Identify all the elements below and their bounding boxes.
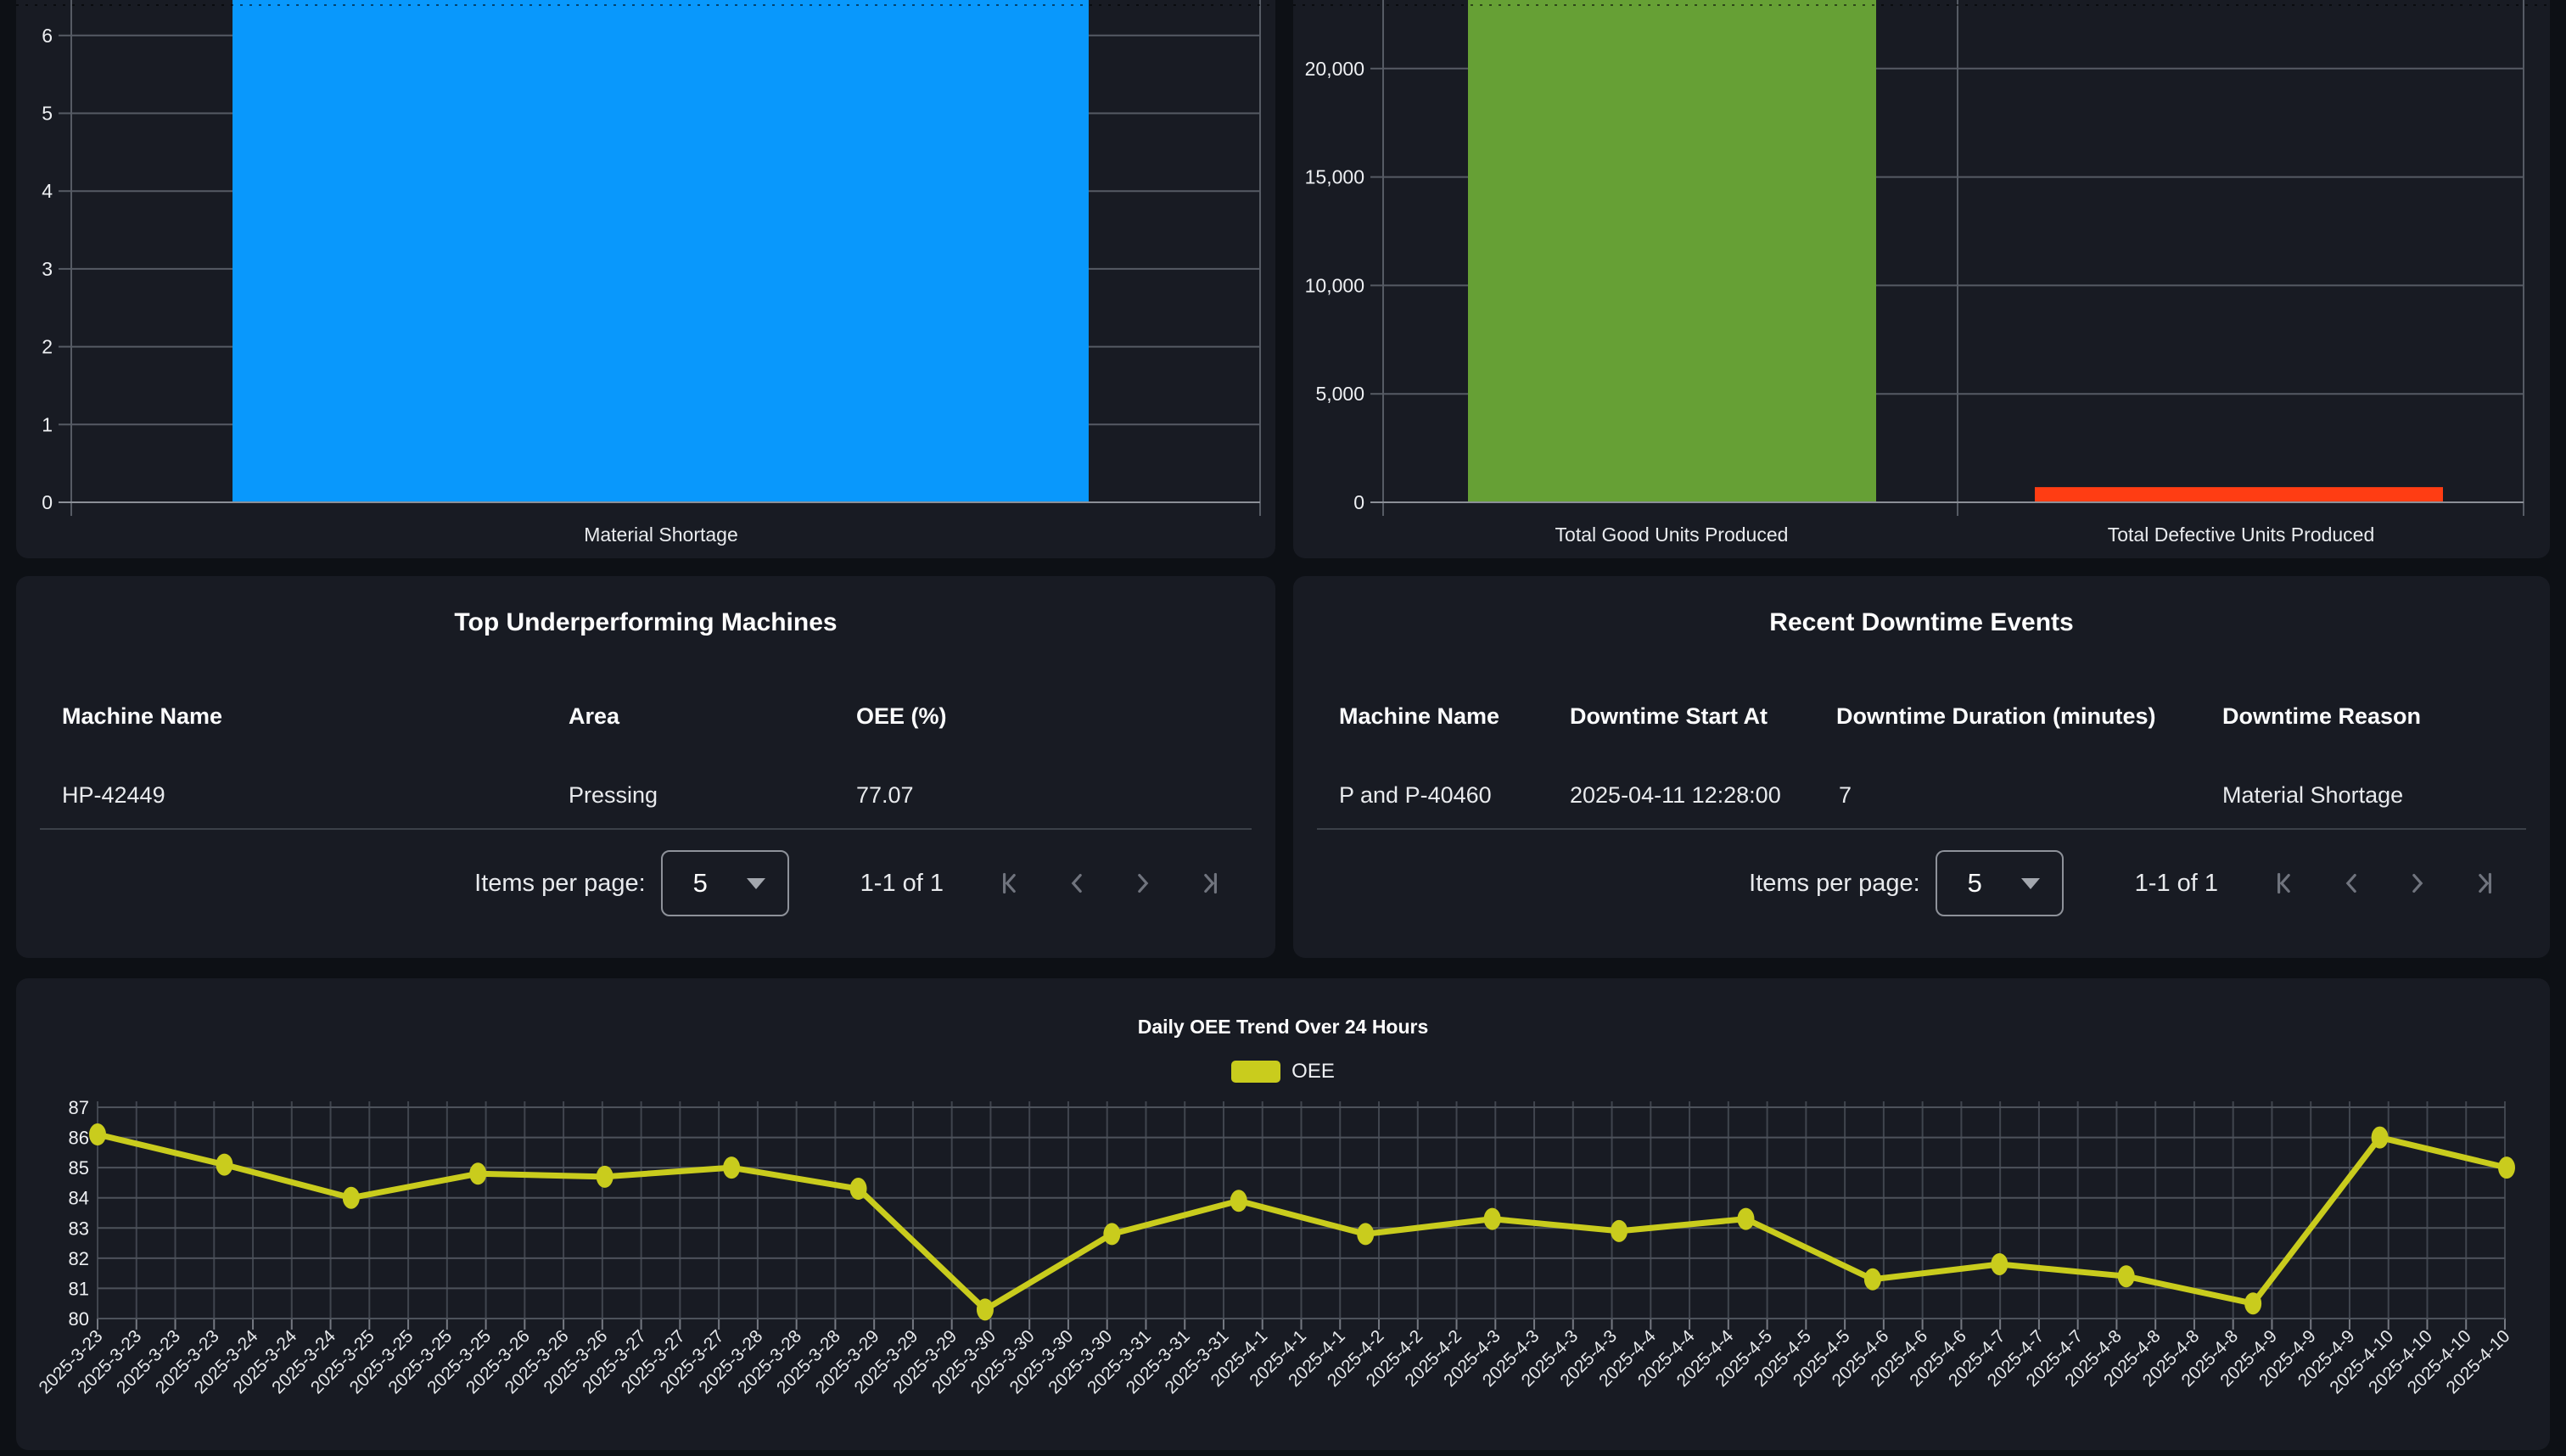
svg-text:82: 82 bbox=[69, 1248, 89, 1269]
svg-text:0: 0 bbox=[1353, 491, 1364, 513]
svg-text:86: 86 bbox=[69, 1128, 89, 1149]
page-size-select[interactable]: 5 bbox=[1936, 850, 2064, 916]
previous-page-button[interactable] bbox=[2335, 867, 2367, 899]
page-range-label: 1-1 of 1 bbox=[860, 870, 944, 898]
svg-text:87: 87 bbox=[69, 1097, 89, 1118]
column-header-machine-name: Machine Name bbox=[1339, 703, 1499, 730]
svg-text:81: 81 bbox=[69, 1278, 89, 1299]
cell-machine-name: P and P-40460 bbox=[1339, 782, 1492, 809]
first-page-button[interactable] bbox=[994, 867, 1027, 899]
svg-text:85: 85 bbox=[69, 1157, 89, 1179]
underperforming-paginator: Items per page: 5 1-1 of 1 bbox=[474, 850, 1225, 916]
cell-area: Pressing bbox=[569, 782, 658, 809]
next-page-button[interactable] bbox=[2401, 867, 2434, 899]
units-produced-bar-chart: 0 5,000 10,000 15,000 20,000 Total Good Units… bbox=[1293, 0, 2550, 558]
svg-text:4: 4 bbox=[42, 180, 53, 202]
chevron-down-icon bbox=[2021, 878, 2040, 889]
units-produced-chart-card: 0 5,000 10,000 15,000 20,000 Total Good Units… bbox=[1293, 0, 2550, 558]
chevron-right-icon bbox=[1127, 867, 1159, 899]
svg-text:1: 1 bbox=[42, 413, 53, 435]
svg-text:10,000: 10,000 bbox=[1305, 274, 1364, 296]
svg-text:83: 83 bbox=[69, 1218, 89, 1239]
svg-text:84: 84 bbox=[69, 1188, 89, 1209]
items-per-page-label: Items per page: bbox=[474, 870, 646, 898]
chevron-left-icon bbox=[2335, 867, 2367, 899]
top-underperforming-machines-card: Top Underperforming Machines Machine Nam… bbox=[16, 576, 1275, 958]
svg-text:2: 2 bbox=[42, 336, 53, 358]
svg-text:20,000: 20,000 bbox=[1305, 58, 1364, 80]
column-header-downtime-duration: Downtime Duration (minutes) bbox=[1836, 703, 2156, 730]
page-size-select[interactable]: 5 bbox=[661, 850, 789, 916]
cell-downtime-start: 2025-04-11 12:28:00 bbox=[1570, 782, 1781, 809]
chevron-left-icon bbox=[1061, 867, 1093, 899]
column-header-downtime-start: Downtime Start At bbox=[1570, 703, 1768, 730]
last-page-button[interactable] bbox=[2468, 867, 2500, 899]
svg-text:Material Shortage: Material Shortage bbox=[584, 524, 738, 546]
items-per-page-label: Items per page: bbox=[1749, 870, 1920, 898]
page-range-label: 1-1 of 1 bbox=[2135, 870, 2218, 898]
cell-downtime-duration: 7 bbox=[1839, 782, 1852, 809]
cell-machine-name: HP-42449 bbox=[62, 782, 165, 809]
svg-text:5,000: 5,000 bbox=[1315, 383, 1364, 405]
first-page-icon bbox=[2269, 867, 2301, 899]
cell-oee: 77.07 bbox=[856, 782, 914, 809]
svg-text:15,000: 15,000 bbox=[1305, 166, 1364, 188]
svg-text:Total Good Units Produced: Total Good Units Produced bbox=[1555, 524, 1789, 546]
column-header-downtime-reason: Downtime Reason bbox=[2222, 703, 2421, 730]
svg-text:0: 0 bbox=[42, 491, 53, 513]
oee-trend-line-chart: 2025-3-232025-3-232025-3-232025-3-232025… bbox=[16, 978, 2550, 1450]
last-page-button[interactable] bbox=[1193, 867, 1225, 899]
column-header-machine-name: Machine Name bbox=[62, 703, 222, 730]
page-size-value: 5 bbox=[693, 868, 708, 899]
svg-text:80: 80 bbox=[69, 1308, 89, 1330]
page-title: Top Underperforming Machines bbox=[16, 608, 1275, 637]
chevron-right-icon bbox=[2401, 867, 2434, 899]
svg-text:3: 3 bbox=[42, 258, 53, 280]
next-page-button[interactable] bbox=[1127, 867, 1159, 899]
svg-text:6: 6 bbox=[42, 25, 53, 47]
downtime-reason-chart-card: 0 1 2 3 4 5 6 Material Shortage bbox=[16, 0, 1275, 558]
column-header-oee: OEE (%) bbox=[856, 703, 947, 730]
last-page-icon bbox=[1193, 867, 1225, 899]
last-page-icon bbox=[2468, 867, 2500, 899]
previous-page-button[interactable] bbox=[1061, 867, 1093, 899]
table-divider bbox=[40, 828, 1252, 830]
page-title: Recent Downtime Events bbox=[1293, 608, 2550, 637]
chevron-down-icon bbox=[747, 878, 765, 889]
downtime-paginator: Items per page: 5 1-1 of 1 bbox=[1749, 850, 2500, 916]
cell-downtime-reason: Material Shortage bbox=[2222, 782, 2403, 809]
downtime-by-reason-bar-chart: 0 1 2 3 4 5 6 Material Shortage bbox=[16, 0, 1275, 558]
first-page-icon bbox=[994, 867, 1027, 899]
page-size-value: 5 bbox=[1968, 868, 1982, 899]
first-page-button[interactable] bbox=[2269, 867, 2301, 899]
table-divider bbox=[1317, 828, 2526, 830]
svg-text:Total Defective Units Produced: Total Defective Units Produced bbox=[2108, 524, 2375, 546]
svg-text:5: 5 bbox=[42, 103, 53, 125]
recent-downtime-events-card: Recent Downtime Events Machine Name Down… bbox=[1293, 576, 2550, 958]
daily-oee-trend-card: Daily OEE Trend Over 24 Hours OEE 2025-3… bbox=[16, 978, 2550, 1450]
column-header-area: Area bbox=[569, 703, 619, 730]
